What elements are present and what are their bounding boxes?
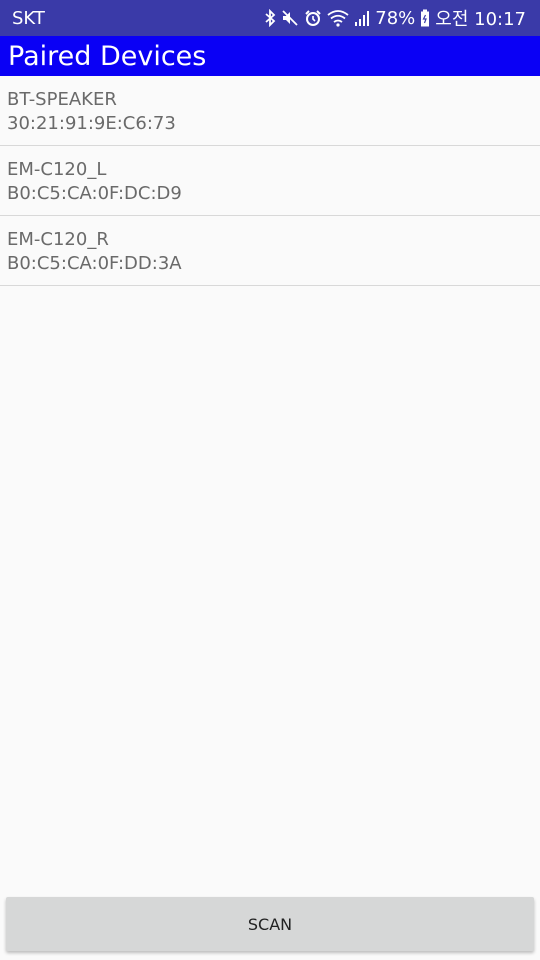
- list-item[interactable]: EM-C120_R B0:C5:CA:0F:DD:3A: [0, 216, 540, 286]
- list-item[interactable]: EM-C120_L B0:C5:CA:0F:DC:D9: [0, 146, 540, 216]
- clock: 오전 10:17: [435, 9, 526, 30]
- device-address: B0:C5:CA:0F:DD:3A: [7, 253, 182, 274]
- status-bar: SKT 78% 오전 10:17: [0, 0, 540, 36]
- mute-icon: [281, 9, 299, 27]
- app-bar: Paired Devices: [0, 36, 540, 76]
- carrier-label: SKT: [12, 7, 45, 29]
- bluetooth-icon: [264, 9, 276, 27]
- device-name: EM-C120_R: [7, 229, 109, 250]
- signal-icon: [354, 9, 370, 27]
- wifi-icon: [327, 9, 349, 27]
- scan-button[interactable]: SCAN: [6, 897, 534, 951]
- battery-percent: 78%: [375, 7, 416, 29]
- device-list: BT-SPEAKER 30:21:91:9E:C6:73 EM-C120_L B…: [0, 76, 540, 286]
- device-address: B0:C5:CA:0F:DC:D9: [7, 183, 182, 204]
- alarm-icon: [304, 9, 322, 27]
- device-name: BT-SPEAKER: [7, 89, 117, 110]
- status-icons: 78% 오전 10:17: [264, 5, 526, 31]
- page-title: Paired Devices: [8, 40, 207, 72]
- device-address: 30:21:91:9E:C6:73: [7, 113, 176, 134]
- battery-icon: [420, 9, 430, 27]
- device-name: EM-C120_L: [7, 159, 107, 180]
- list-item[interactable]: BT-SPEAKER 30:21:91:9E:C6:73: [0, 76, 540, 146]
